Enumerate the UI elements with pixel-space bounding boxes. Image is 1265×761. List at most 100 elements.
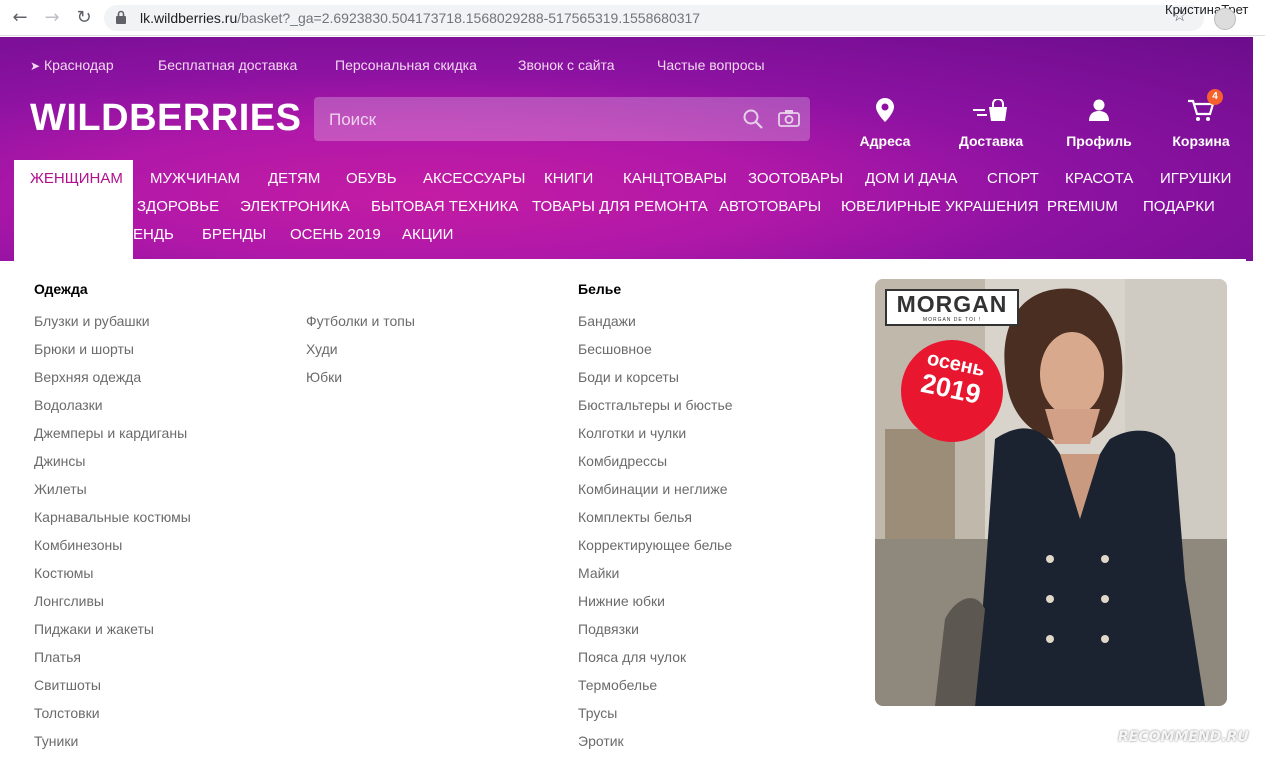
- cart-label: Корзина: [1172, 133, 1230, 149]
- lingerie-item-link[interactable]: Бесшовное: [578, 341, 652, 357]
- page-gutter: [1253, 37, 1265, 761]
- category-premium[interactable]: PREMIUM: [1047, 198, 1118, 215]
- category-repair[interactable]: ТОВАРЫ ДЛЯ РЕМОНТА: [532, 198, 708, 215]
- category-accessories[interactable]: АКСЕССУАРЫ: [423, 170, 525, 187]
- category-books[interactable]: КНИГИ: [544, 170, 593, 187]
- lingerie-item-link[interactable]: Бюстгальтеры и бюстье: [578, 397, 733, 413]
- clothing-item-link[interactable]: Толстовки: [34, 705, 100, 721]
- clothing-item-link[interactable]: Костюмы: [34, 565, 93, 581]
- back-arrow-icon[interactable]: ←: [8, 6, 32, 30]
- watermark: RECOMMEND.RU: [1118, 729, 1249, 745]
- forward-arrow-icon[interactable]: →: [40, 6, 64, 30]
- clothing-item-link[interactable]: Верхняя одежда: [34, 369, 141, 385]
- category-women[interactable]: ЖЕНЩИНАМ: [30, 170, 123, 187]
- category-toys[interactable]: ИГРУШКИ: [1160, 170, 1231, 187]
- clothing-item-link[interactable]: Юбки: [306, 369, 342, 385]
- cart-count-badge: 4: [1207, 89, 1223, 105]
- clothing-item-link[interactable]: Лонгсливы: [34, 593, 104, 609]
- lingerie-item-link[interactable]: Корректирующее белье: [578, 537, 732, 553]
- clothing-item-link[interactable]: Туники: [34, 733, 78, 749]
- camera-icon[interactable]: [778, 109, 800, 132]
- profile-label: Профиль: [1066, 133, 1132, 149]
- faq-link[interactable]: Частые вопросы: [657, 57, 765, 73]
- addresses-label: Адреса: [859, 133, 911, 149]
- delivery-bag-icon: [951, 95, 1031, 125]
- category-health[interactable]: ЗДОРОВЬЕ: [137, 198, 219, 215]
- clothing-item-link[interactable]: Футболки и топы: [306, 313, 415, 329]
- site-logo[interactable]: WILDBERRIES: [30, 97, 302, 140]
- clothing-item-link[interactable]: Брюки и шорты: [34, 341, 134, 357]
- category-autumn-2019[interactable]: ОСЕНЬ 2019: [290, 226, 381, 243]
- lingerie-item-link[interactable]: Термобелье: [578, 677, 657, 693]
- url-host: lk.wildberries.ru: [140, 10, 238, 26]
- lingerie-item-link[interactable]: Комбидрессы: [578, 453, 667, 469]
- category-electronics[interactable]: ЭЛЕКТРОНИКА: [240, 198, 350, 215]
- reload-icon[interactable]: ↻: [72, 6, 96, 30]
- address-bar[interactable]: lk.wildberries.ru/basket?_ga=2.6923830.5…: [104, 5, 1204, 31]
- avatar[interactable]: [1214, 8, 1236, 30]
- morgan-logo: MORGAN MORGAN DE TOI !: [885, 289, 1019, 326]
- lingerie-item-link[interactable]: Эротик: [578, 733, 624, 749]
- addresses-button[interactable]: Адреса: [845, 95, 925, 149]
- lock-icon: [116, 10, 126, 24]
- clothing-item-link[interactable]: Карнавальные костюмы: [34, 509, 191, 525]
- category-home-garden[interactable]: ДОМ И ДАЧА: [865, 170, 957, 187]
- category-beauty[interactable]: КРАСОТА: [1065, 170, 1133, 187]
- lingerie-heading[interactable]: Белье: [578, 281, 621, 297]
- category-sales[interactable]: АКЦИИ: [402, 226, 453, 243]
- clothing-heading[interactable]: Одежда: [34, 281, 88, 297]
- personal-discount-link[interactable]: Персональная скидка: [335, 57, 477, 73]
- delivery-button[interactable]: Доставка: [951, 95, 1031, 149]
- free-delivery-link[interactable]: Бесплатная доставка: [158, 57, 297, 73]
- lingerie-item-link[interactable]: Трусы: [578, 705, 617, 721]
- clothing-item-link[interactable]: Худи: [306, 341, 338, 357]
- clothing-item-link[interactable]: Платья: [34, 649, 81, 665]
- search-icon[interactable]: [742, 108, 764, 135]
- clothing-item-link[interactable]: Жилеты: [34, 481, 87, 497]
- category-stationery[interactable]: КАНЦТОВАРЫ: [623, 170, 727, 187]
- category-auto[interactable]: АВТОТОВАРЫ: [719, 198, 821, 215]
- lingerie-item-link[interactable]: Комбинации и неглиже: [578, 481, 727, 497]
- category-sport[interactable]: СПОРТ: [987, 170, 1039, 187]
- lingerie-item-link[interactable]: Майки: [578, 565, 619, 581]
- url-path: /basket?_ga=2.6923830.504173718.15680292…: [237, 10, 701, 26]
- clothing-item-link[interactable]: Блузки и рубашки: [34, 313, 150, 329]
- profile-button[interactable]: Профиль: [1059, 95, 1139, 149]
- clothing-item-link[interactable]: Пиджаки и жакеты: [34, 621, 154, 637]
- promo-photo: [875, 279, 1227, 706]
- delivery-label: Доставка: [958, 133, 1024, 149]
- morgan-promo-banner[interactable]: MORGAN MORGAN DE TOI ! осень 2019: [875, 279, 1227, 706]
- profile-name: КристинаТрет: [1165, 2, 1249, 17]
- search-input[interactable]: Поиск: [329, 110, 376, 130]
- clothing-item-link[interactable]: Джемперы и кардиганы: [34, 425, 187, 441]
- lingerie-item-link[interactable]: Нижние юбки: [578, 593, 665, 609]
- lingerie-item-link[interactable]: Комплекты белья: [578, 509, 692, 525]
- morgan-brand: MORGAN: [896, 291, 1008, 317]
- clothing-item-link[interactable]: Джинсы: [34, 453, 85, 469]
- category-appliances[interactable]: БЫТОВАЯ ТЕХНИКА: [371, 198, 518, 215]
- lingerie-item-link[interactable]: Колготки и чулки: [578, 425, 686, 441]
- map-pin-icon: [845, 95, 925, 125]
- location-link[interactable]: ➤ Краснодар: [30, 57, 114, 73]
- cart-button[interactable]: 4 Корзина: [1161, 89, 1241, 149]
- category-gifts[interactable]: ПОДАРКИ: [1143, 198, 1215, 215]
- lingerie-item-link[interactable]: Бандажи: [578, 313, 636, 329]
- clothing-item-link[interactable]: Водолазки: [34, 397, 103, 413]
- category-clipped-label: ЕНДЫ: [133, 226, 173, 243]
- category-clipped[interactable]: ЕНДЫ: [133, 226, 173, 243]
- category-shoes[interactable]: ОБУВЬ: [346, 170, 397, 187]
- morgan-tagline: MORGAN DE TOI !: [922, 317, 982, 323]
- category-jewelry[interactable]: ЮВЕЛИРНЫЕ УКРАШЕНИЯ: [841, 198, 1039, 215]
- site-header: ➤ Краснодар Бесплатная доставка Персонал…: [0, 37, 1253, 300]
- clothing-item-link[interactable]: Свитшоты: [34, 677, 101, 693]
- lingerie-item-link[interactable]: Боди и корсеты: [578, 369, 679, 385]
- lingerie-item-link[interactable]: Пояса для чулок: [578, 649, 686, 665]
- category-brands[interactable]: БРЕНДЫ: [202, 226, 266, 243]
- category-pet-goods[interactable]: ЗООТОВАРЫ: [748, 170, 843, 187]
- category-men[interactable]: МУЖЧИНАМ: [150, 170, 240, 187]
- call-from-site-link[interactable]: Звонок с сайта: [518, 57, 615, 73]
- category-kids[interactable]: ДЕТЯМ: [268, 170, 320, 187]
- search-field[interactable]: Поиск: [314, 97, 810, 141]
- lingerie-item-link[interactable]: Подвязки: [578, 621, 639, 637]
- clothing-item-link[interactable]: Комбинезоны: [34, 537, 122, 553]
